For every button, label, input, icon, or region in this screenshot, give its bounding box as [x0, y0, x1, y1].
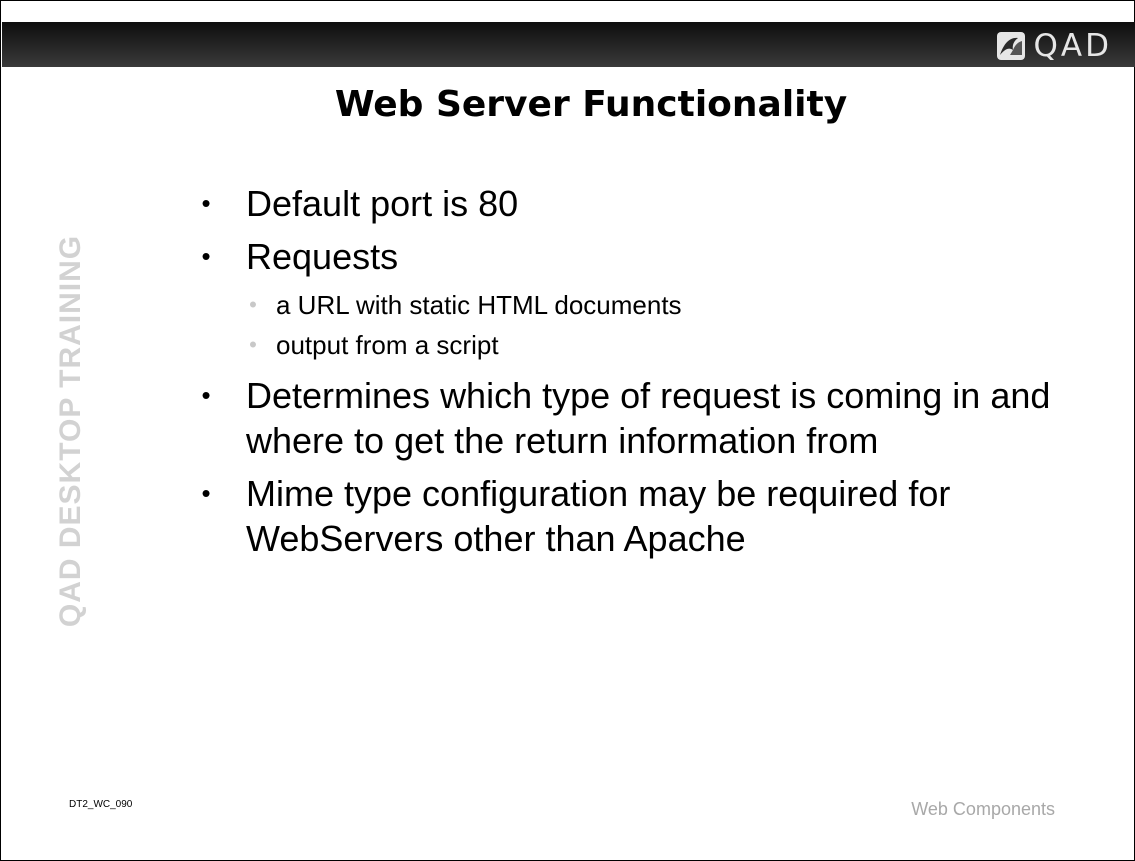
footer-label: Web Components [911, 799, 1055, 819]
bullet-list: • Default port is 80 • Requests • a URL with … [196, 181, 1076, 569]
bullet-item: • Requests • a URL with static HTML documen… [196, 234, 1076, 365]
logo: QAD [996, 29, 1112, 63]
bullet-dot-icon: • [201, 478, 211, 508]
sub-bullet-item: • output from a script [246, 325, 1076, 365]
bullet-text: Default port is 80 [246, 183, 519, 224]
bullet-text: Determines which type of request is comi… [246, 375, 1051, 461]
logo-text: QAD [1033, 28, 1112, 64]
sub-bullet-item: • a URL with static HTML documents [246, 285, 1076, 325]
header-band [2, 22, 1135, 67]
sub-bullet-text: a URL with static HTML documents [276, 290, 682, 320]
sub-bullet-dot-icon: • [249, 332, 257, 357]
side-label: QAD DESKTOP TRAINING [54, 234, 87, 628]
bullet-item: • Mime type configuration may be required… [196, 471, 1076, 561]
sub-bullet-list: • a URL with static HTML documents • output… [246, 285, 1076, 365]
bullet-dot-icon: • [201, 188, 211, 218]
qad-logo-icon [996, 32, 1025, 60]
bullet-item: • Determines which type of request is com… [196, 373, 1076, 463]
bullet-text: Mime type configuration may be required … [246, 473, 951, 559]
slide-code: DT2_WC_090 [69, 799, 133, 810]
bullet-text: Requests [246, 236, 399, 277]
sub-bullet-dot-icon: • [249, 292, 257, 317]
slide: QAD Web Server Functionality QAD DESKTOP… [0, 0, 1135, 861]
bullet-item: • Default port is 80 [196, 181, 1076, 226]
bullet-dot-icon: • [201, 380, 211, 410]
slide-title: Web Server Functionality [334, 84, 848, 125]
bullet-dot-icon: • [201, 241, 211, 271]
sub-bullet-text: output from a script [276, 330, 499, 360]
